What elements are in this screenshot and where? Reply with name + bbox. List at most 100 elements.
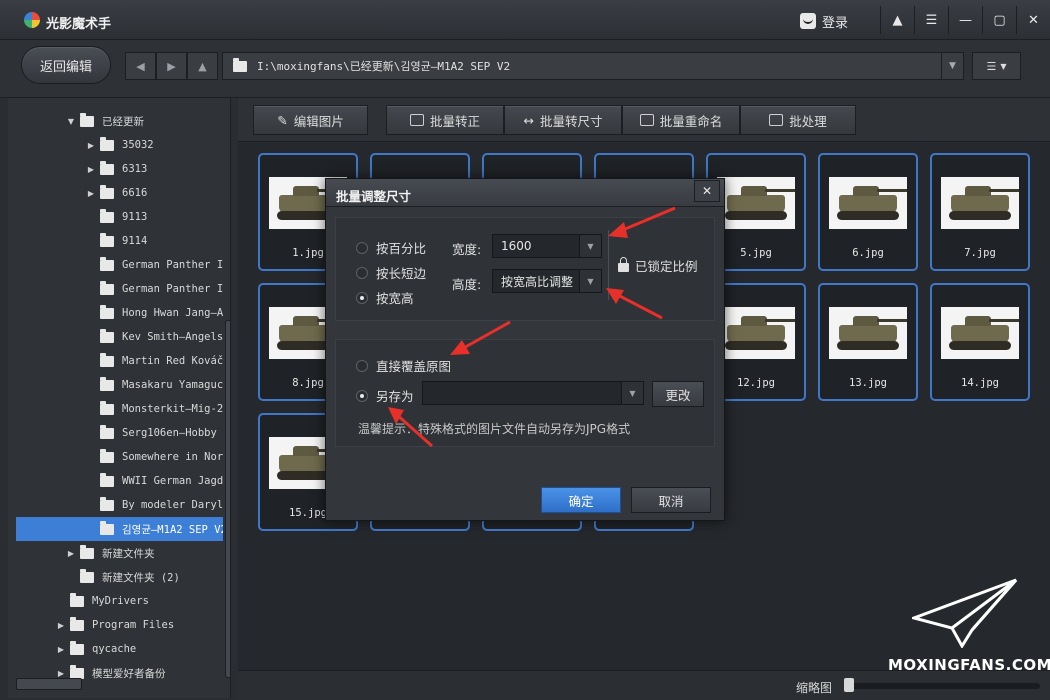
folder-icon bbox=[70, 640, 84, 655]
tank-tracks bbox=[949, 341, 1011, 350]
tree-item[interactable]: ▶ qycache bbox=[16, 637, 223, 661]
tree-item[interactable]: 김영균—M1A2 SEP V2 bbox=[16, 517, 223, 541]
thumbnail-tile[interactable]: 13.jpg bbox=[818, 283, 918, 401]
radio-overwrite[interactable]: 直接覆盖原图 bbox=[356, 356, 451, 375]
thumbnail-size-slider[interactable] bbox=[850, 683, 1040, 689]
tree-item[interactable]: Masakaru Yamaguchi bbox=[16, 373, 223, 397]
rotate-icon bbox=[409, 114, 424, 126]
edit-image-button[interactable]: ✎ 编辑图片 bbox=[253, 105, 368, 135]
radio-by-percent[interactable]: 按百分比 bbox=[356, 238, 426, 257]
batch-resize-button[interactable]: ↔ 批量转尺寸 bbox=[504, 105, 622, 135]
lock-ratio-toggle[interactable]: 已锁定比例 bbox=[618, 256, 698, 275]
close-icon[interactable]: ✕ bbox=[694, 180, 720, 202]
back-to-edit-button[interactable]: 返回编辑 bbox=[21, 46, 111, 84]
thumbnail-tile[interactable]: 14.jpg bbox=[930, 283, 1030, 401]
radio-dot bbox=[356, 359, 368, 372]
radio-label: 另存为 bbox=[376, 389, 414, 404]
tree-item[interactable]: 9113 bbox=[16, 205, 223, 229]
caret-right-icon[interactable]: ▶ bbox=[56, 621, 66, 630]
change-button[interactable]: 更改 bbox=[652, 381, 704, 407]
smiley-icon bbox=[800, 13, 816, 29]
tree-item[interactable]: German Panther II bbox=[16, 253, 223, 277]
radio-save-as[interactable]: 另存为 bbox=[356, 386, 414, 405]
folder-icon bbox=[100, 160, 114, 175]
menu-icon[interactable]: ☰ bbox=[914, 6, 948, 34]
folder-icon bbox=[100, 376, 114, 391]
caret-right-icon[interactable]: ▶ bbox=[86, 189, 96, 198]
view-mode-button[interactable]: ☰ ▼ bbox=[972, 52, 1021, 80]
history-buttons: ◀ ▶ ▲ bbox=[125, 52, 218, 80]
vertical-scrollbar[interactable] bbox=[225, 320, 230, 678]
chevron-down-icon[interactable]: ▼ bbox=[621, 382, 643, 404]
save-as-path-field[interactable]: ▼ bbox=[422, 381, 644, 405]
folder-icon bbox=[100, 472, 114, 487]
navigation-bar: 返回编辑 ◀ ▶ ▲ I:\moxingfans\已经更新\김영균—M1A2 S… bbox=[0, 40, 1050, 98]
tree-item-label: Martin Red Kováč— bbox=[122, 355, 223, 367]
tree-item[interactable]: ▶ Program Files bbox=[16, 613, 223, 637]
up-arrow-icon[interactable]: ▲ bbox=[187, 52, 218, 80]
tree-item[interactable]: 新建文件夹 (2) bbox=[16, 565, 223, 589]
chevron-down-icon[interactable]: ▼ bbox=[941, 53, 963, 79]
radio-by-long-short-side[interactable]: 按长短边 bbox=[356, 263, 426, 282]
caret-right-icon[interactable]: ▶ bbox=[86, 141, 96, 150]
height-label: 高度: bbox=[452, 277, 482, 292]
thumbnail-caption: 13.jpg bbox=[849, 377, 887, 389]
radio-by-width-height[interactable]: 按宽高 bbox=[356, 288, 414, 307]
folder-icon bbox=[100, 448, 114, 463]
tree-item[interactable]: Monsterkit—Mig-21 bbox=[16, 397, 223, 421]
caret-right-icon[interactable]: ▶ bbox=[86, 165, 96, 174]
tree-item[interactable]: Somewhere in Norma bbox=[16, 445, 223, 469]
maximize-icon[interactable]: ▢ bbox=[982, 6, 1016, 34]
folder-icon bbox=[100, 184, 114, 199]
folder-icon bbox=[100, 424, 114, 439]
tank-photo-thumbnail bbox=[717, 307, 795, 359]
tree-item-label: German Panther II bbox=[122, 283, 223, 295]
batch-rotate-button[interactable]: 批量转正 bbox=[386, 105, 504, 135]
caret-right-icon[interactable]: ▶ bbox=[66, 549, 76, 558]
caret-down-icon[interactable]: ▼ bbox=[66, 117, 76, 126]
close-icon[interactable]: ✕ bbox=[1016, 6, 1050, 34]
tree-item[interactable]: Serg106en—Hobby B bbox=[16, 421, 223, 445]
tree-item[interactable]: By modeler Daryl bbox=[16, 493, 223, 517]
chevron-down-icon[interactable]: ▼ bbox=[579, 270, 601, 292]
tree-item[interactable]: ▼ 已经更新 bbox=[16, 109, 223, 133]
cancel-button[interactable]: 取消 bbox=[631, 487, 711, 513]
thumbnail-tile[interactable]: 7.jpg bbox=[930, 153, 1030, 271]
height-value: 按宽高比调整 bbox=[501, 274, 574, 289]
tip-text: 温馨提示：特殊格式的图片文件自动另存为JPG格式 bbox=[358, 422, 631, 436]
folder-tree[interactable]: ▼ 已经更新 ▶ 35032 ▶ 6313 ▶ 6616 9113 9114 German Pant… bbox=[8, 98, 231, 698]
edit-image-label: 编辑图片 bbox=[293, 113, 344, 129]
tree-item[interactable]: ▶ 35032 bbox=[16, 133, 223, 157]
horizontal-scrollbar[interactable] bbox=[16, 678, 82, 690]
tree-item[interactable]: ▶ 6616 bbox=[16, 181, 223, 205]
tree-item[interactable]: WWII German JagdT: bbox=[16, 469, 223, 493]
ratio-bracket bbox=[608, 230, 609, 300]
minimize-icon[interactable]: — bbox=[948, 6, 982, 34]
back-arrow-icon[interactable]: ◀ bbox=[125, 52, 156, 80]
shirt-icon[interactable]: ▲ bbox=[880, 6, 914, 34]
forward-arrow-icon[interactable]: ▶ bbox=[156, 52, 187, 80]
tree-item[interactable]: Hong Hwan Jang—A- bbox=[16, 301, 223, 325]
batch-rename-button[interactable]: 批量重命名 bbox=[622, 105, 740, 135]
tree-item[interactable]: Martin Red Kováč— bbox=[16, 349, 223, 373]
tree-item-label: 김영균—M1A2 SEP V2 bbox=[122, 523, 223, 536]
caret-right-icon[interactable]: ▶ bbox=[56, 645, 66, 654]
tree-item[interactable]: MyDrivers bbox=[16, 589, 223, 613]
batch-process-button[interactable]: 批处理 bbox=[740, 105, 856, 135]
tree-item[interactable]: ▶ 新建文件夹 bbox=[16, 541, 223, 565]
folder-icon bbox=[100, 232, 114, 247]
path-bar[interactable]: I:\moxingfans\已经更新\김영균—M1A2 SEP V2 ▼ bbox=[222, 52, 964, 80]
folder-icon bbox=[70, 592, 84, 607]
slider-handle[interactable] bbox=[844, 678, 854, 692]
login-button[interactable]: 登录 bbox=[800, 11, 848, 31]
chevron-down-icon[interactable]: ▼ bbox=[579, 235, 601, 257]
ok-button[interactable]: 确定 bbox=[541, 487, 621, 513]
tree-item[interactable]: Kev Smith—Angels bbox=[16, 325, 223, 349]
width-field[interactable]: 1600 ▼ bbox=[492, 234, 602, 258]
height-field[interactable]: 按宽高比调整 ▼ bbox=[492, 269, 602, 293]
caret-right-icon[interactable]: ▶ bbox=[56, 669, 66, 678]
tree-item[interactable]: German Panther II bbox=[16, 277, 223, 301]
thumbnail-tile[interactable]: 6.jpg bbox=[818, 153, 918, 271]
tree-item[interactable]: 9114 bbox=[16, 229, 223, 253]
tree-item[interactable]: ▶ 6313 bbox=[16, 157, 223, 181]
